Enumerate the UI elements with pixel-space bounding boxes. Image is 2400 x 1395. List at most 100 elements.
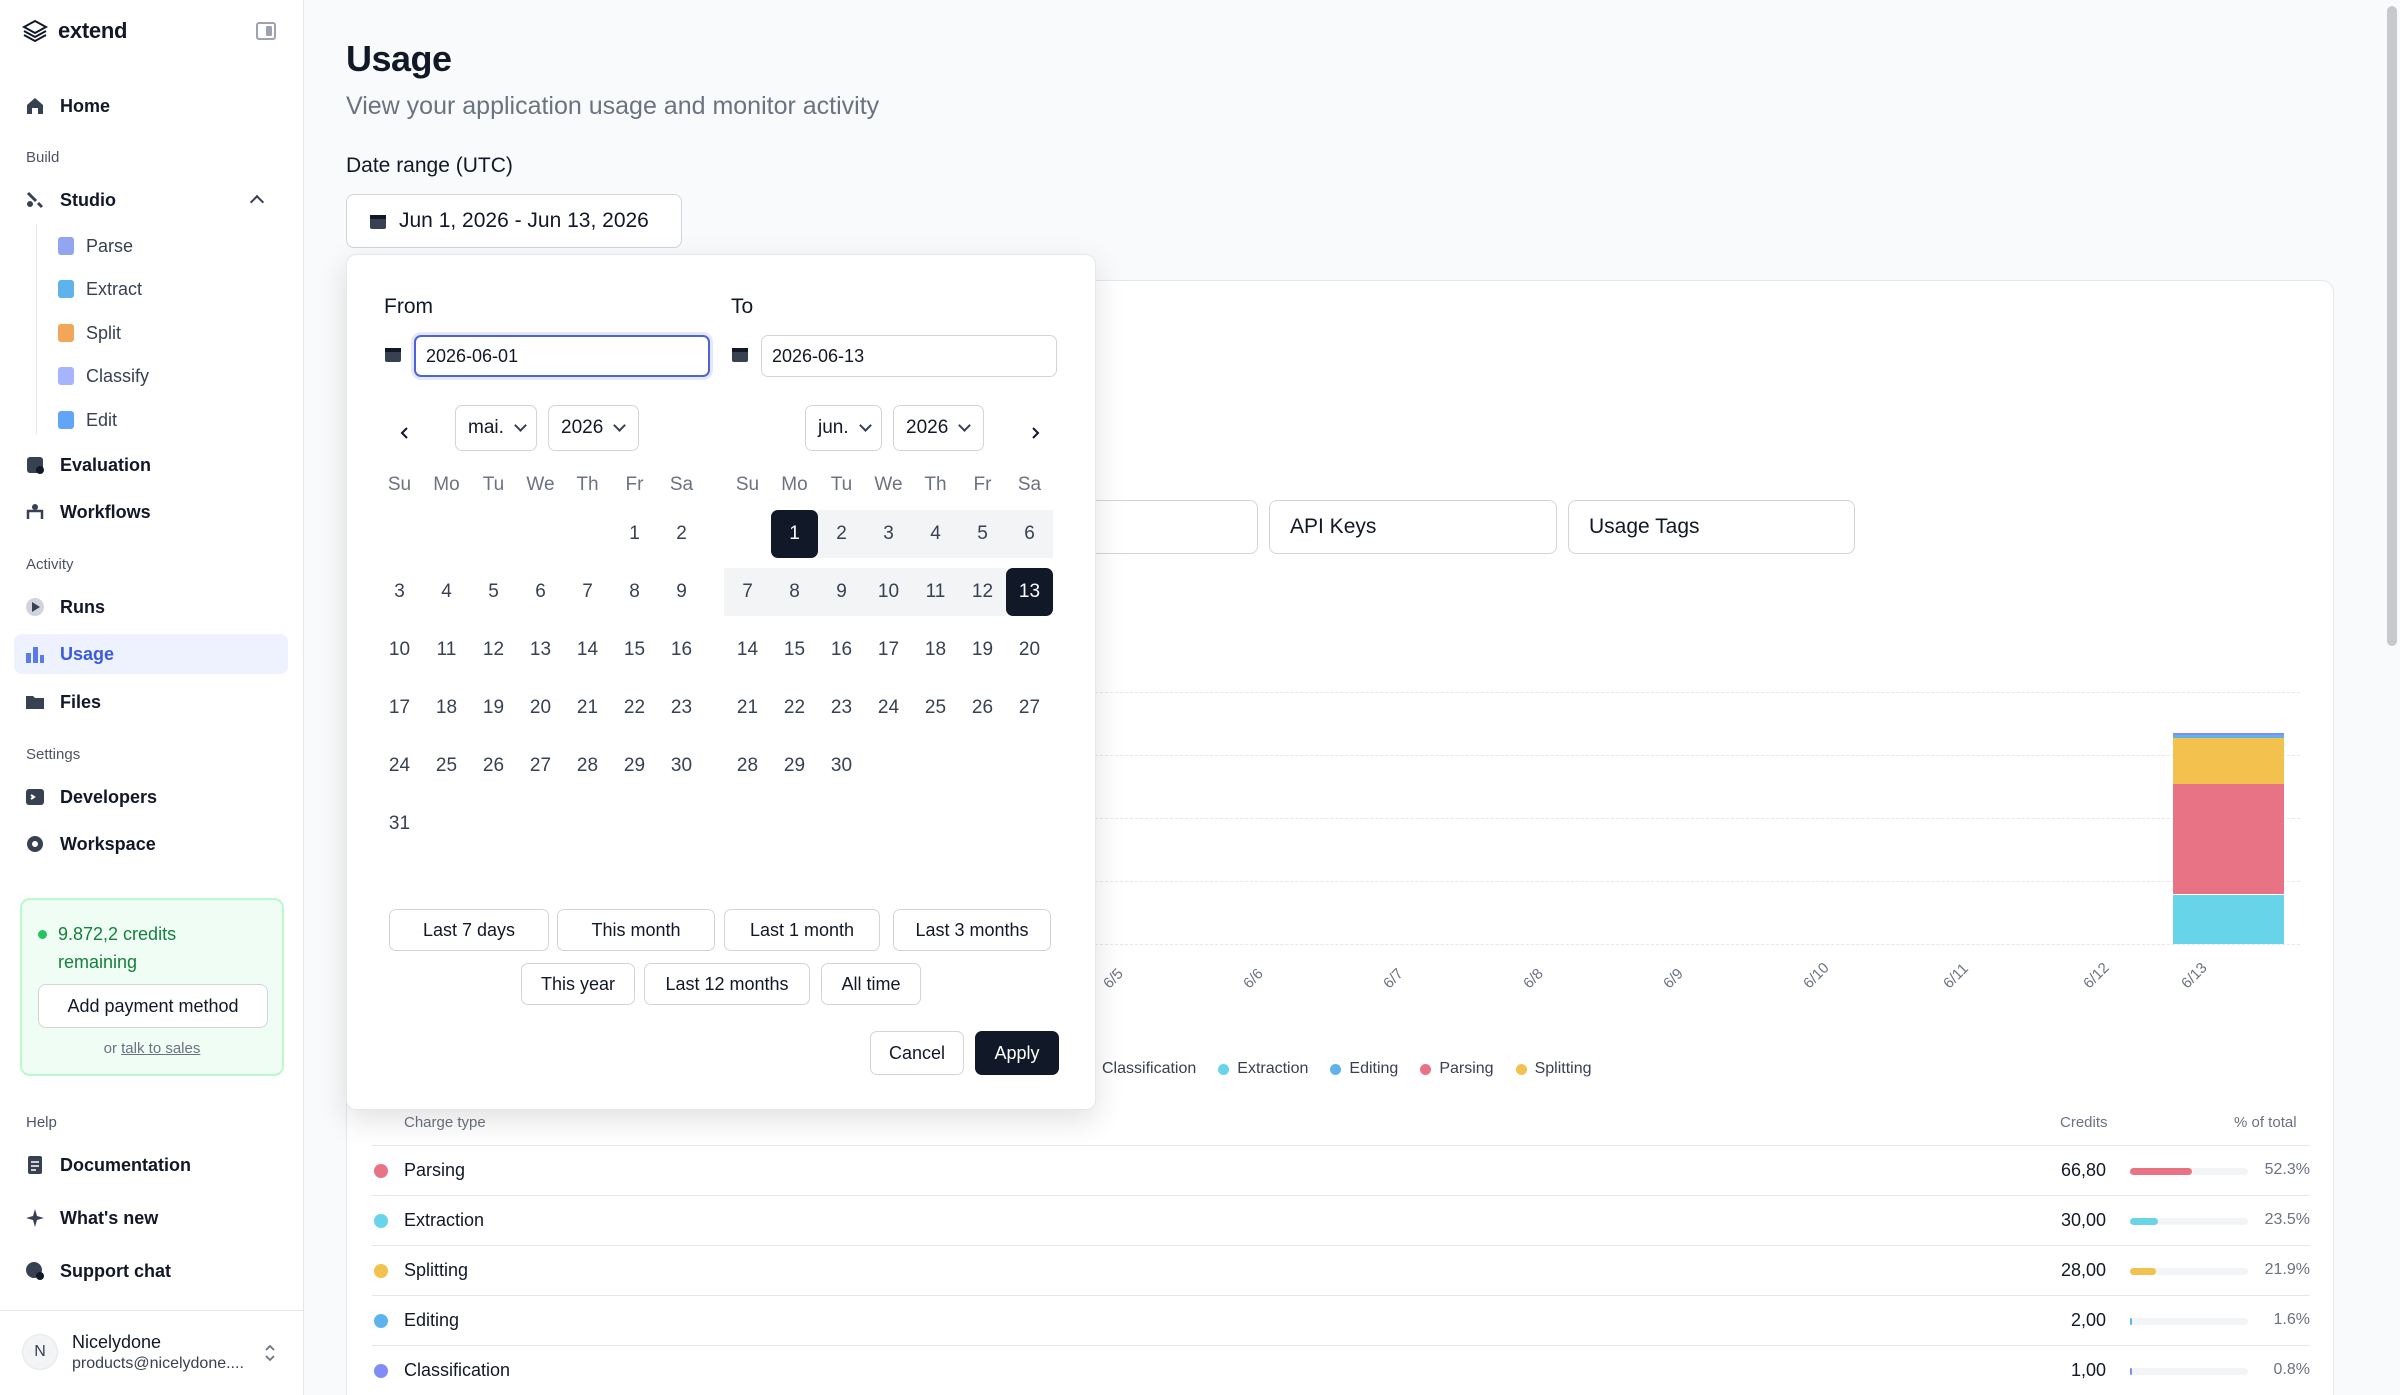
- calendar-day[interactable]: 15: [611, 626, 658, 674]
- calendar-day[interactable]: 13: [1006, 568, 1053, 616]
- calendar-day[interactable]: 18: [912, 626, 959, 674]
- right-year-select[interactable]: 2026: [893, 405, 984, 451]
- sidebar-item-workspace[interactable]: Workspace: [14, 824, 288, 864]
- legend-item[interactable]: Editing: [1330, 1060, 1398, 1078]
- calendar-day[interactable]: 10: [376, 626, 423, 674]
- sidebar-item-files[interactable]: Files: [14, 682, 288, 722]
- scrollbar[interactable]: [2384, 0, 2400, 1395]
- add-payment-method-button[interactable]: Add payment method: [38, 984, 268, 1028]
- calendar-day[interactable]: 7: [724, 568, 771, 616]
- calendar-day[interactable]: 16: [658, 626, 705, 674]
- calendar-day[interactable]: 8: [771, 568, 818, 616]
- calendar-day[interactable]: 20: [517, 684, 564, 732]
- preset-last-12-months-button[interactable]: Last 12 months: [644, 963, 810, 1005]
- calendar-day[interactable]: 4: [912, 510, 959, 558]
- legend-item[interactable]: Classification: [1083, 1060, 1196, 1078]
- bar-segment-classification[interactable]: [2173, 733, 2284, 735]
- sidebar-item-classify[interactable]: Classify: [58, 358, 149, 394]
- from-date-input[interactable]: [414, 335, 710, 377]
- calendar-day[interactable]: 23: [818, 684, 865, 732]
- calendar-day[interactable]: 31: [376, 800, 423, 848]
- preset-this-year-button[interactable]: This year: [521, 963, 635, 1005]
- calendar-day[interactable]: 29: [771, 742, 818, 790]
- sidebar-item-runs[interactable]: Runs: [14, 587, 288, 627]
- apply-button[interactable]: Apply: [975, 1031, 1059, 1075]
- legend-item[interactable]: Splitting: [1515, 1060, 1592, 1078]
- sidebar-item-home[interactable]: Home: [14, 86, 288, 126]
- sidebar-item-parse[interactable]: Parse: [58, 228, 133, 264]
- sidebar-item-usage[interactable]: Usage: [14, 634, 288, 674]
- calendar-day[interactable]: 27: [1006, 684, 1053, 732]
- preset-last-7-days-button[interactable]: Last 7 days: [389, 909, 549, 951]
- calendar-day[interactable]: 23: [658, 684, 705, 732]
- left-year-select[interactable]: 2026: [548, 405, 639, 451]
- calendar-day[interactable]: 14: [724, 626, 771, 674]
- calendar-day[interactable]: 6: [1006, 510, 1053, 558]
- scroll-thumb[interactable]: [2387, 6, 2397, 646]
- calendar-day[interactable]: 24: [865, 684, 912, 732]
- tab-usage-tags[interactable]: Usage Tags: [1568, 500, 1855, 554]
- calendar-day[interactable]: 3: [865, 510, 912, 558]
- calendar-day[interactable]: 11: [912, 568, 959, 616]
- calendar-day[interactable]: 2: [818, 510, 865, 558]
- bar-segment-extraction[interactable]: [2173, 894, 2284, 944]
- calendar-day[interactable]: 14: [564, 626, 611, 674]
- calendar-day[interactable]: 5: [470, 568, 517, 616]
- collapse-sidebar-icon[interactable]: [256, 22, 276, 40]
- sidebar-item-documentation[interactable]: Documentation: [14, 1145, 288, 1185]
- bar-segment-splitting[interactable]: [2173, 738, 2284, 785]
- preset-this-month-button[interactable]: This month: [557, 909, 715, 951]
- calendar-day[interactable]: 26: [959, 684, 1006, 732]
- left-month-select[interactable]: mai.: [455, 405, 537, 451]
- calendar-day[interactable]: 1: [771, 510, 818, 558]
- sidebar-item-edit[interactable]: Edit: [58, 402, 117, 438]
- legend-item[interactable]: Parsing: [1420, 1060, 1494, 1078]
- calendar-day[interactable]: 20: [1006, 626, 1053, 674]
- calendar-day[interactable]: 28: [724, 742, 771, 790]
- calendar-day[interactable]: 9: [818, 568, 865, 616]
- calendar-day[interactable]: 25: [912, 684, 959, 732]
- calendar-day[interactable]: 12: [959, 568, 1006, 616]
- calendar-day[interactable]: 21: [724, 684, 771, 732]
- brand[interactable]: extend: [22, 18, 127, 44]
- calendar-day[interactable]: 27: [517, 742, 564, 790]
- sidebar-item-whats-new[interactable]: What's new: [14, 1198, 288, 1238]
- calendar-day[interactable]: 4: [423, 568, 470, 616]
- calendar-day[interactable]: 11: [423, 626, 470, 674]
- to-date-input[interactable]: [761, 335, 1057, 377]
- sidebar-item-developers[interactable]: Developers: [14, 777, 288, 817]
- calendar-day[interactable]: 5: [959, 510, 1006, 558]
- calendar-day[interactable]: 30: [658, 742, 705, 790]
- calendar-day[interactable]: 19: [470, 684, 517, 732]
- calendar-day[interactable]: 16: [818, 626, 865, 674]
- calendar-day[interactable]: 8: [611, 568, 658, 616]
- calendar-day[interactable]: 9: [658, 568, 705, 616]
- calendar-day[interactable]: 28: [564, 742, 611, 790]
- preset-last-1-month-button[interactable]: Last 1 month: [724, 909, 880, 951]
- calendar-day[interactable]: 22: [771, 684, 818, 732]
- talk-to-sales-link[interactable]: talk to sales: [121, 1040, 200, 1057]
- calendar-day[interactable]: 24: [376, 742, 423, 790]
- tab-api-keys[interactable]: API Keys: [1269, 500, 1557, 554]
- bar-segment-editing[interactable]: [2173, 734, 2284, 739]
- calendar-day[interactable]: 29: [611, 742, 658, 790]
- sidebar-item-split[interactable]: Split: [58, 315, 121, 351]
- bar-segment-parsing[interactable]: [2173, 784, 2284, 895]
- calendar-day[interactable]: 2: [658, 510, 705, 558]
- sidebar-item-support-chat[interactable]: Support chat: [14, 1251, 288, 1291]
- sidebar-item-evaluation[interactable]: Evaluation: [14, 445, 288, 485]
- calendar-day[interactable]: 6: [517, 568, 564, 616]
- calendar-day[interactable]: 26: [470, 742, 517, 790]
- prev-month-button[interactable]: [387, 415, 423, 451]
- preset-last-3-months-button[interactable]: Last 3 months: [893, 909, 1051, 951]
- sidebar-item-studio[interactable]: Studio: [14, 180, 288, 220]
- legend-item[interactable]: Extraction: [1218, 1060, 1308, 1078]
- sidebar-item-extract[interactable]: Extract: [58, 271, 142, 307]
- next-month-button[interactable]: [1017, 415, 1053, 451]
- calendar-day[interactable]: 17: [865, 626, 912, 674]
- calendar-day[interactable]: 30: [818, 742, 865, 790]
- calendar-day[interactable]: 19: [959, 626, 1006, 674]
- calendar-day[interactable]: 12: [470, 626, 517, 674]
- calendar-day[interactable]: 10: [865, 568, 912, 616]
- calendar-day[interactable]: 7: [564, 568, 611, 616]
